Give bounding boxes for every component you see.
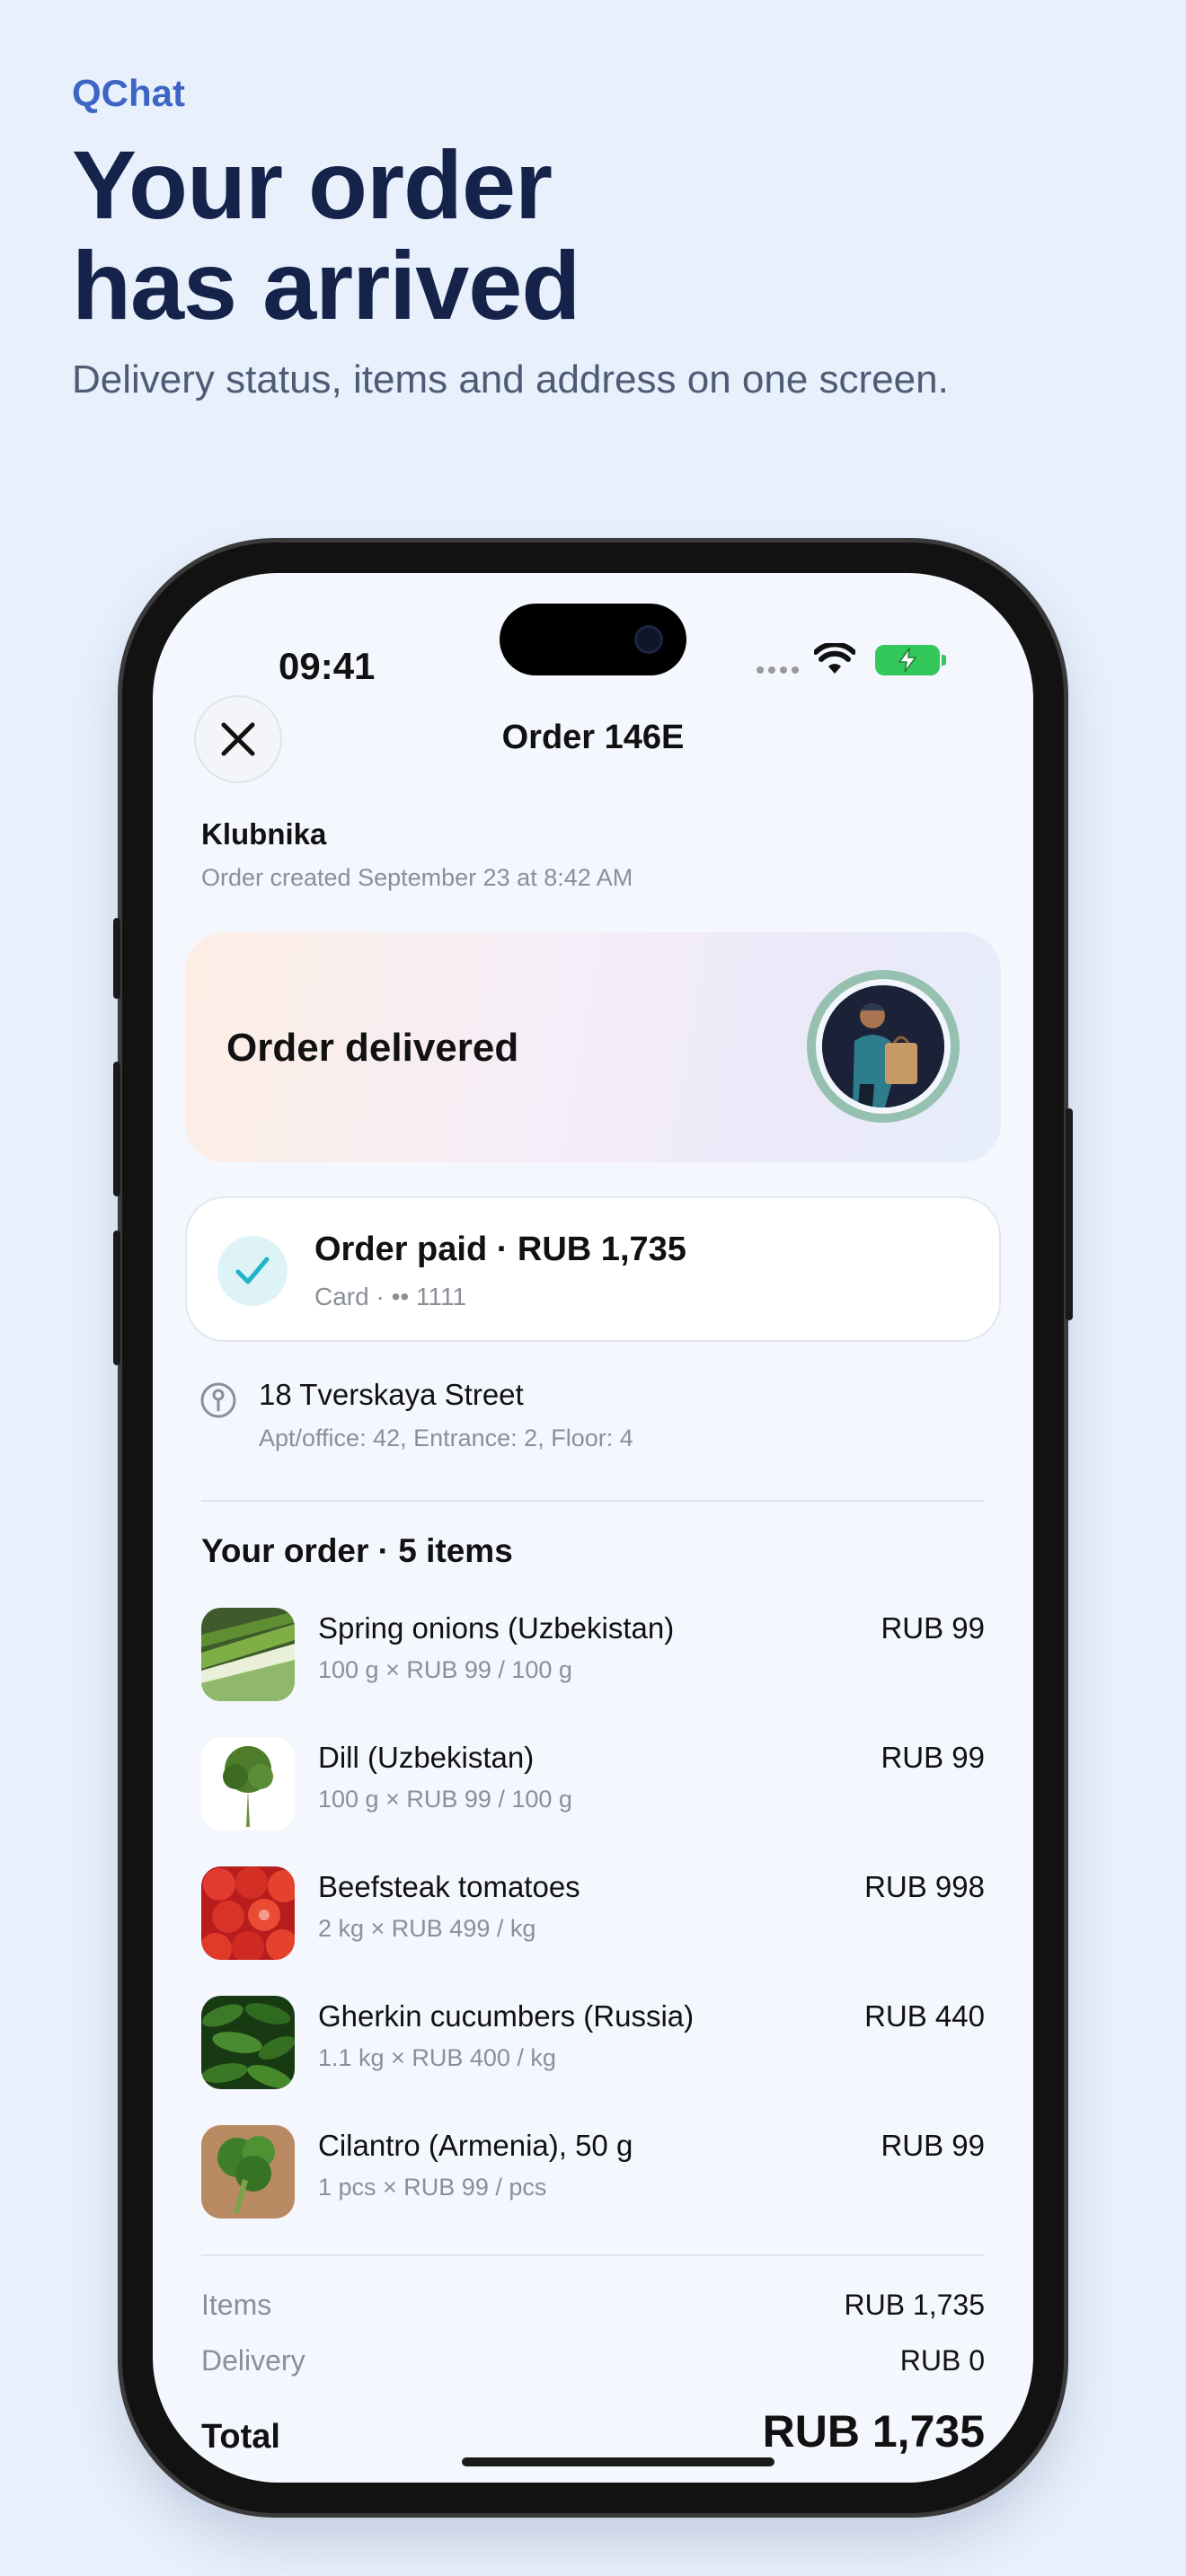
items-subtotal-value: RUB 1,735 [844, 2289, 985, 2321]
item-name: Gherkin cucumbers (Russia) [318, 1999, 695, 2033]
order-item[interactable]: Beefsteak tomatoes 2 kg × RUB 499 / kg R… [201, 1866, 985, 1965]
home-indicator[interactable] [462, 2457, 774, 2466]
item-name: Beefsteak tomatoes [318, 1870, 580, 1903]
item-quantity: 2 kg × RUB 499 / kg [318, 1915, 536, 1942]
volume-up-button [113, 1062, 120, 1196]
tomatoes-image [201, 1866, 295, 1960]
delivery-status-card[interactable]: Order delivered [185, 932, 1001, 1162]
order-item[interactable]: Spring onions (Uzbekistan) 100 g × RUB 9… [201, 1608, 985, 1707]
order-item[interactable]: Gherkin cucumbers (Russia) 1.1 kg × RUB … [201, 1996, 985, 2095]
delivery-address[interactable]: 18 Tverskaya Street [259, 1378, 524, 1412]
courier-avatar [807, 970, 960, 1123]
headline-line-2: has arrived [72, 231, 580, 340]
order-items-heading: Your order · 5 items [201, 1532, 513, 1569]
checkmark-icon [217, 1236, 288, 1306]
item-quantity: 100 g × RUB 99 / 100 g [318, 1786, 572, 1813]
store-name: Klubnika [201, 817, 327, 851]
item-quantity: 1 pcs × RUB 99 / pcs [318, 2174, 547, 2201]
items-subtotal-label: Items [201, 2289, 272, 2321]
location-pin-icon [200, 1382, 236, 1418]
action-button [113, 918, 120, 999]
items-subtotal-row: Items RUB 1,735 [201, 2289, 985, 2322]
spring-onions-image [201, 1608, 295, 1701]
item-quantity: 100 g × RUB 99 / 100 g [318, 1656, 572, 1683]
delivery-fee-value: RUB 0 [899, 2344, 985, 2377]
order-item[interactable]: Cilantro (Armenia), 50 g 1 pcs × RUB 99 … [201, 2125, 985, 2224]
cellular-signal-icon [757, 666, 799, 674]
delivery-status-label: Order delivered [226, 1026, 519, 1070]
payment-card[interactable]: Order paid · RUB 1,735 Card · •• 1111 [185, 1196, 1001, 1342]
item-price: RUB 99 [881, 1611, 985, 1645]
item-price: RUB 998 [864, 1870, 985, 1903]
total-label: Total [201, 2418, 280, 2456]
brand-name: QChat [72, 72, 185, 114]
payment-method: Card · •• 1111 [314, 1283, 467, 1310]
item-quantity: 1.1 kg × RUB 400 / kg [318, 2044, 556, 2071]
divider [201, 2254, 985, 2256]
cucumbers-image [201, 1996, 295, 2089]
item-name: Dill (Uzbekistan) [318, 1741, 535, 1774]
battery-icon [875, 645, 946, 675]
headline-line-1: Your order [72, 130, 553, 239]
dill-image [201, 1737, 295, 1831]
total-value: RUB 1,735 [762, 2406, 985, 2457]
phone-screen: 09:41 Order 146E Klubnika Order created … [153, 573, 1033, 2483]
item-price: RUB 440 [864, 1999, 985, 2033]
wifi-icon [814, 643, 855, 674]
delivery-fee-label: Delivery [201, 2344, 305, 2377]
address-details: Apt/office: 42, Entrance: 2, Floor: 4 [259, 1425, 633, 1451]
cilantro-image [201, 2125, 295, 2219]
promo-headline: Your order has arrived [72, 135, 881, 336]
volume-down-button [113, 1231, 120, 1365]
status-time: 09:41 [279, 645, 376, 687]
phone-frame: 09:41 Order 146E Klubnika Order created … [113, 543, 1073, 2513]
order-title: Order 146E [501, 719, 685, 756]
dynamic-island [500, 604, 686, 675]
delivery-fee-row: Delivery RUB 0 [201, 2344, 985, 2378]
divider [201, 1500, 985, 1502]
promo-subhead: Delivery status, items and address on on… [72, 357, 949, 401]
power-button [1066, 1108, 1073, 1320]
order-item[interactable]: Dill (Uzbekistan) 100 g × RUB 99 / 100 g… [201, 1737, 985, 1836]
item-name: Cilantro (Armenia), 50 g [318, 2129, 633, 2162]
item-price: RUB 99 [881, 2129, 985, 2162]
order-created-date: Order created September 23 at 8:42 AM [201, 864, 633, 891]
item-name: Spring onions (Uzbekistan) [318, 1611, 675, 1645]
item-price: RUB 99 [881, 1741, 985, 1774]
payment-status: Order paid · RUB 1,735 [314, 1231, 686, 1268]
front-camera [634, 625, 663, 654]
